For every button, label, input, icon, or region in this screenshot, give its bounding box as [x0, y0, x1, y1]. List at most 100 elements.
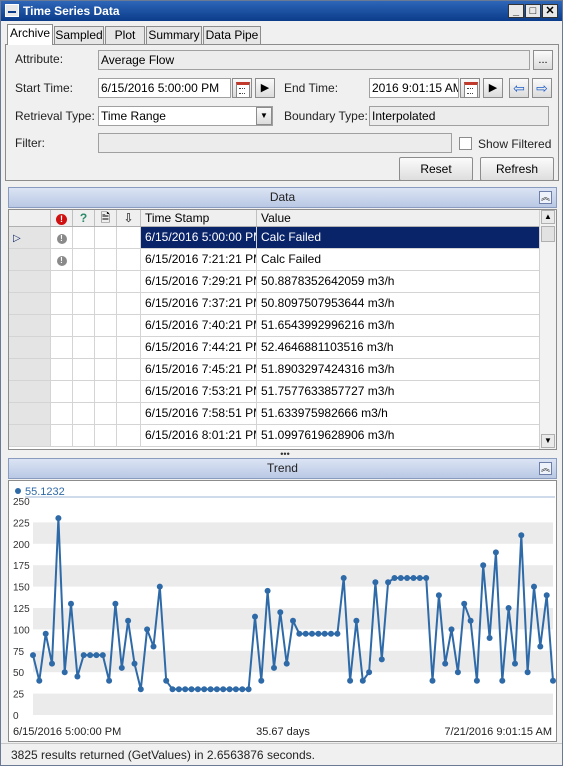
chevron-down-icon[interactable]: ▼ — [256, 107, 272, 125]
start-step-forward-button[interactable]: ▶ — [255, 78, 275, 98]
trend-point — [156, 583, 163, 590]
cursor-marker-icon — [15, 488, 21, 494]
download-arrow-icon: ⇩ — [123, 211, 134, 225]
row-selector — [9, 425, 51, 446]
trend-plot[interactable]: 55.1232 2502252001751501251007550250 6/1… — [9, 481, 556, 741]
sort-cell — [117, 271, 141, 292]
refresh-button[interactable]: Refresh — [480, 157, 554, 181]
trend-point — [454, 669, 461, 676]
timestamp-column-header[interactable]: Time Stamp — [141, 210, 257, 226]
app-icon — [5, 4, 19, 17]
trend-point — [315, 630, 322, 637]
trend-point — [328, 630, 334, 637]
trend-point — [334, 630, 341, 637]
attribute-field[interactable]: Average Flow — [98, 50, 530, 70]
collapse-icon[interactable]: ︽ — [539, 191, 552, 204]
start-time-input[interactable]: 6/15/2016 5:00:00 PM — [98, 78, 231, 98]
trend-point — [87, 652, 94, 659]
maximize-button[interactable]: □ — [525, 4, 541, 18]
attribute-browse-button[interactable]: ... — [533, 50, 553, 70]
close-button[interactable]: ✕ — [542, 4, 558, 18]
scroll-thumb[interactable] — [541, 226, 555, 242]
row-selector: ▷ — [9, 227, 51, 248]
annotation-cell — [95, 293, 117, 314]
trend-point — [347, 677, 354, 684]
value-cell: Calc Failed — [257, 227, 540, 248]
vertical-scrollbar[interactable]: ▲ ▼ — [539, 210, 556, 449]
timestamp-cell: 6/15/2016 7:37:21 PM — [141, 293, 257, 314]
end-step-forward-button[interactable]: ▶ — [483, 78, 503, 98]
table-row[interactable]: 6/15/2016 7:45:21 PM 51.8903297424316 m3/… — [9, 359, 540, 381]
trend-point — [410, 575, 417, 581]
data-section-title: Data — [269, 190, 296, 204]
trend-point — [163, 677, 170, 684]
trend-point — [55, 515, 62, 522]
table-row[interactable]: 6/15/2016 7:58:51 PM 51.633975982666 m3/h — [9, 403, 540, 425]
trend-point — [150, 643, 157, 650]
trend-start-label: 6/15/2016 5:00:00 PM — [13, 726, 121, 738]
tab-plot[interactable]: Plot — [105, 26, 145, 44]
trend-point — [68, 600, 74, 607]
question-cell — [73, 337, 95, 358]
table-row[interactable]: 6/15/2016 7:53:21 PM 51.7577633857727 m3/… — [9, 381, 540, 403]
error-cell — [51, 271, 73, 292]
error-cell — [51, 359, 73, 380]
value-column-header[interactable]: Value — [257, 210, 540, 226]
trend-point — [372, 579, 379, 586]
tab-archive[interactable]: Archive — [7, 24, 53, 45]
trend-point — [207, 686, 214, 693]
minimize-button[interactable]: _ — [508, 4, 524, 18]
table-row[interactable]: 6/15/2016 7:37:21 PM 50.8097507953644 m3/… — [9, 293, 540, 315]
tab-sampled[interactable]: Sampled — [54, 26, 104, 44]
table-row[interactable]: 6/15/2016 7:44:21 PM 52.4646881103516 m3/… — [9, 337, 540, 359]
attribute-label: Attribute: — [15, 52, 64, 66]
status-bar: 3825 results returned (GetValues) in 2.6… — [1, 743, 562, 765]
show-filtered-checkbox[interactable] — [459, 137, 472, 150]
arrow-left-icon[interactable]: ⇦ — [509, 78, 529, 98]
end-time-input[interactable]: 2016 9:01:15 AM — [369, 78, 459, 98]
trend-point — [144, 626, 151, 633]
scroll-up-icon[interactable]: ▲ — [541, 210, 555, 224]
collapse-icon[interactable]: ︽ — [539, 462, 552, 475]
trend-point — [550, 677, 556, 684]
trend-point — [353, 617, 360, 624]
grid-band — [33, 693, 553, 715]
question-cell — [73, 359, 95, 380]
error-column-header[interactable]: ! — [51, 210, 73, 226]
error-cell: ! — [51, 249, 73, 270]
start-calendar-icon[interactable] — [232, 78, 252, 98]
annotation-cell — [95, 381, 117, 402]
annotation-column-header[interactable]: 🗎 — [95, 210, 117, 226]
trend-chart[interactable]: 55.1232 250 225 200 175 150 125 100 75 50 25 0 6/1… — [8, 480, 557, 742]
question-column-header[interactable]: ? — [73, 210, 95, 226]
trend-point — [467, 617, 474, 624]
arrow-right-icon[interactable]: ⇨ — [532, 78, 552, 98]
retrieval-type-select[interactable]: Time Range — [98, 106, 273, 126]
table-row[interactable]: 6/15/2016 8:01:21 PM 51.0997619628906 m3/… — [9, 425, 540, 447]
trend-point — [258, 677, 265, 684]
table-row[interactable]: 6/15/2016 7:40:21 PM 51.6543992996216 m3/… — [9, 315, 540, 337]
table-row[interactable]: ! 6/15/2016 7:21:21 PM Calc Failed — [9, 249, 540, 271]
row-selector — [9, 271, 51, 292]
filter-input[interactable] — [98, 133, 452, 153]
current-row-icon: ▷ — [13, 233, 21, 244]
tab-data-pipe[interactable]: Data Pipe — [203, 26, 261, 44]
data-section-header[interactable]: Data ︽ — [8, 187, 557, 208]
trend-point — [359, 677, 366, 684]
trend-point — [42, 630, 49, 637]
tab-summary[interactable]: Summary — [146, 26, 202, 44]
reset-button[interactable]: Reset — [399, 157, 473, 181]
scroll-down-icon[interactable]: ▼ — [541, 434, 555, 448]
trend-section-header[interactable]: Trend ︽ — [8, 458, 557, 479]
archive-panel: Attribute: Average Flow ... Start Time: … — [5, 44, 559, 181]
table-row[interactable]: ▷! 6/15/2016 5:00:00 PM Calc Failed — [9, 227, 540, 249]
end-calendar-icon[interactable] — [460, 78, 480, 98]
splitter-grip[interactable]: ••• — [278, 450, 292, 459]
start-time-label: Start Time: — [15, 81, 74, 95]
trend-point — [188, 686, 195, 693]
warning-icon: ! — [56, 234, 67, 244]
sort-column-header[interactable]: ⇩ — [117, 210, 141, 226]
table-row[interactable]: 6/15/2016 7:29:21 PM 50.8878352642059 m3/… — [9, 271, 540, 293]
error-cell: ! — [51, 227, 73, 248]
boundary-type-field[interactable]: Interpolated — [369, 106, 549, 126]
